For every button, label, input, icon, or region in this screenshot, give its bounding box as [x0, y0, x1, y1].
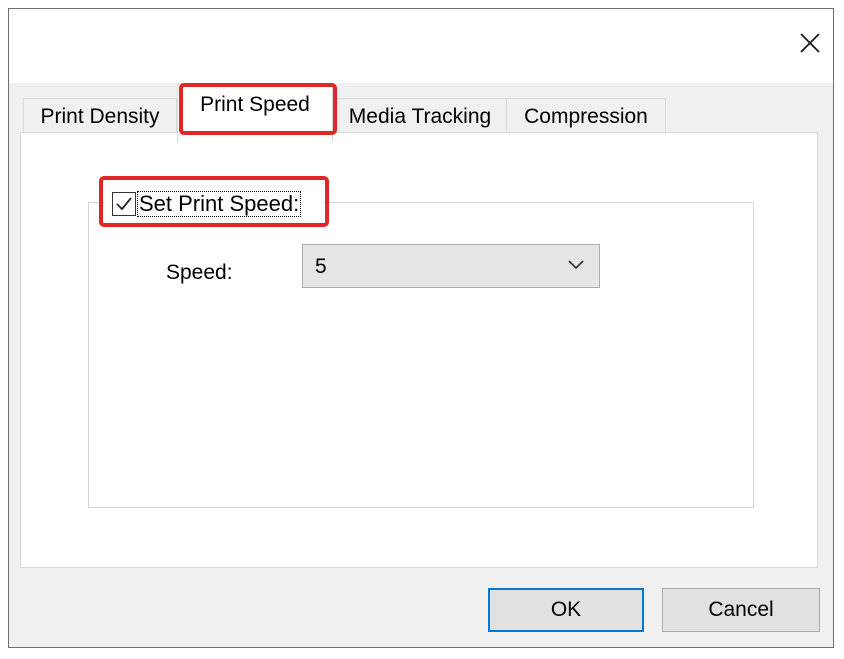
ok-button[interactable]: OK	[488, 588, 644, 632]
checkmark-icon	[116, 197, 132, 211]
tab-media-tracking[interactable]: Media Tracking	[333, 98, 507, 134]
speed-label: Speed:	[166, 261, 233, 284]
tab-print-speed[interactable]: Print Speed	[177, 84, 333, 142]
tab-print-density[interactable]: Print Density	[23, 98, 177, 134]
set-print-speed-option: Set Print Speed:	[104, 188, 324, 220]
tab-compression[interactable]: Compression	[506, 98, 666, 134]
chevron-down-icon	[568, 260, 584, 270]
title-bar	[9, 9, 833, 83]
close-button[interactable]	[787, 23, 833, 63]
close-icon	[800, 33, 820, 53]
speed-select-value: 5	[315, 255, 327, 278]
cancel-button[interactable]: Cancel	[662, 588, 820, 632]
speed-select[interactable]: 5	[302, 244, 600, 288]
set-print-speed-checkbox[interactable]	[112, 192, 136, 216]
set-print-speed-label[interactable]: Set Print Speed:	[136, 191, 302, 217]
